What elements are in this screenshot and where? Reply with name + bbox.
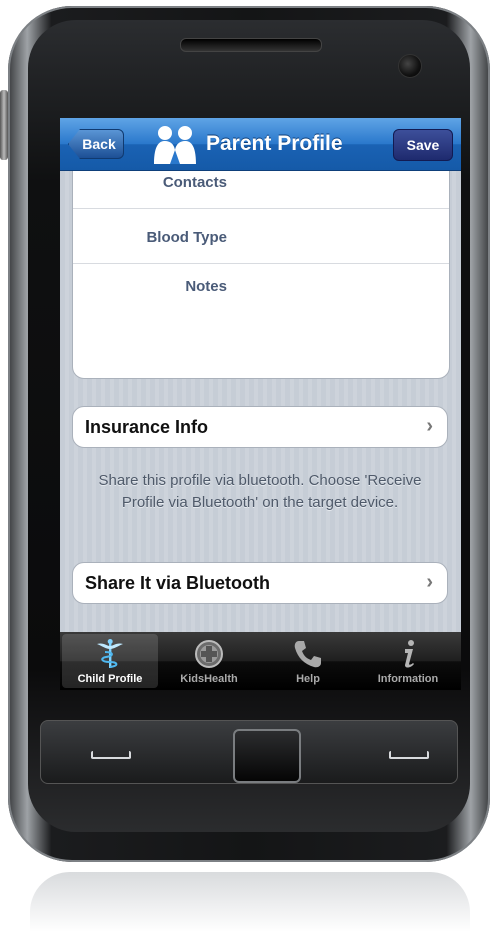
navigation-bar: Back Parent Profile Save: [60, 118, 461, 171]
blood-type-row[interactable]: Blood Type: [73, 209, 449, 264]
contacts-label: Contacts: [162, 174, 227, 191]
tab-kidshealth[interactable]: KidsHealth: [161, 634, 257, 688]
cross-circle-icon: [195, 640, 223, 668]
family-logo-icon: [154, 126, 196, 164]
home-button[interactable]: [233, 729, 301, 783]
chevron-right-icon: ›: [426, 415, 433, 437]
end-call-key-icon[interactable]: [389, 751, 429, 759]
caduceus-icon: [97, 639, 123, 668]
side-key: [0, 90, 8, 160]
tab-information[interactable]: Information: [360, 634, 456, 688]
info-icon: [405, 640, 414, 668]
notes-row[interactable]: Notes: [73, 264, 449, 376]
notes-label: Notes: [185, 278, 227, 295]
nav-title-area: Parent Profile: [150, 124, 343, 164]
device-reflection: [30, 872, 470, 932]
tab-label: KidsHealth: [180, 673, 238, 685]
hardware-button-panel: [40, 720, 458, 784]
back-button[interactable]: Back: [68, 129, 124, 159]
bluetooth-instructions: Share this profile via bluetooth. Choose…: [98, 472, 422, 511]
chevron-right-icon: ›: [426, 571, 433, 593]
tab-label: Child Profile: [77, 673, 143, 685]
front-camera: [398, 54, 422, 78]
app-screen: Contacts Blood Type Notes Back Parent Pr…: [60, 118, 461, 690]
blood-type-label: Blood Type: [146, 229, 227, 246]
tab-label: Help: [296, 673, 320, 685]
tab-help[interactable]: Help: [260, 634, 356, 688]
phone-icon: [294, 641, 321, 668]
tab-bar: Child Profile KidsHealth Help Informatio…: [60, 632, 461, 690]
share-bluetooth-label: Share It via Bluetooth: [85, 573, 271, 593]
insurance-info-label: Insurance Info: [85, 417, 209, 437]
save-button[interactable]: Save: [393, 129, 453, 161]
profile-fields-group: Contacts Blood Type Notes: [72, 158, 450, 379]
insurance-info-cell[interactable]: Insurance Info ›: [72, 406, 448, 448]
call-key-icon[interactable]: [91, 751, 131, 759]
earpiece-speaker: [180, 38, 322, 52]
share-bluetooth-cell[interactable]: Share It via Bluetooth ›: [72, 562, 448, 604]
page-title: Parent Profile: [206, 132, 343, 155]
tab-child-profile[interactable]: Child Profile: [62, 634, 158, 688]
tab-label: Information: [377, 673, 439, 685]
